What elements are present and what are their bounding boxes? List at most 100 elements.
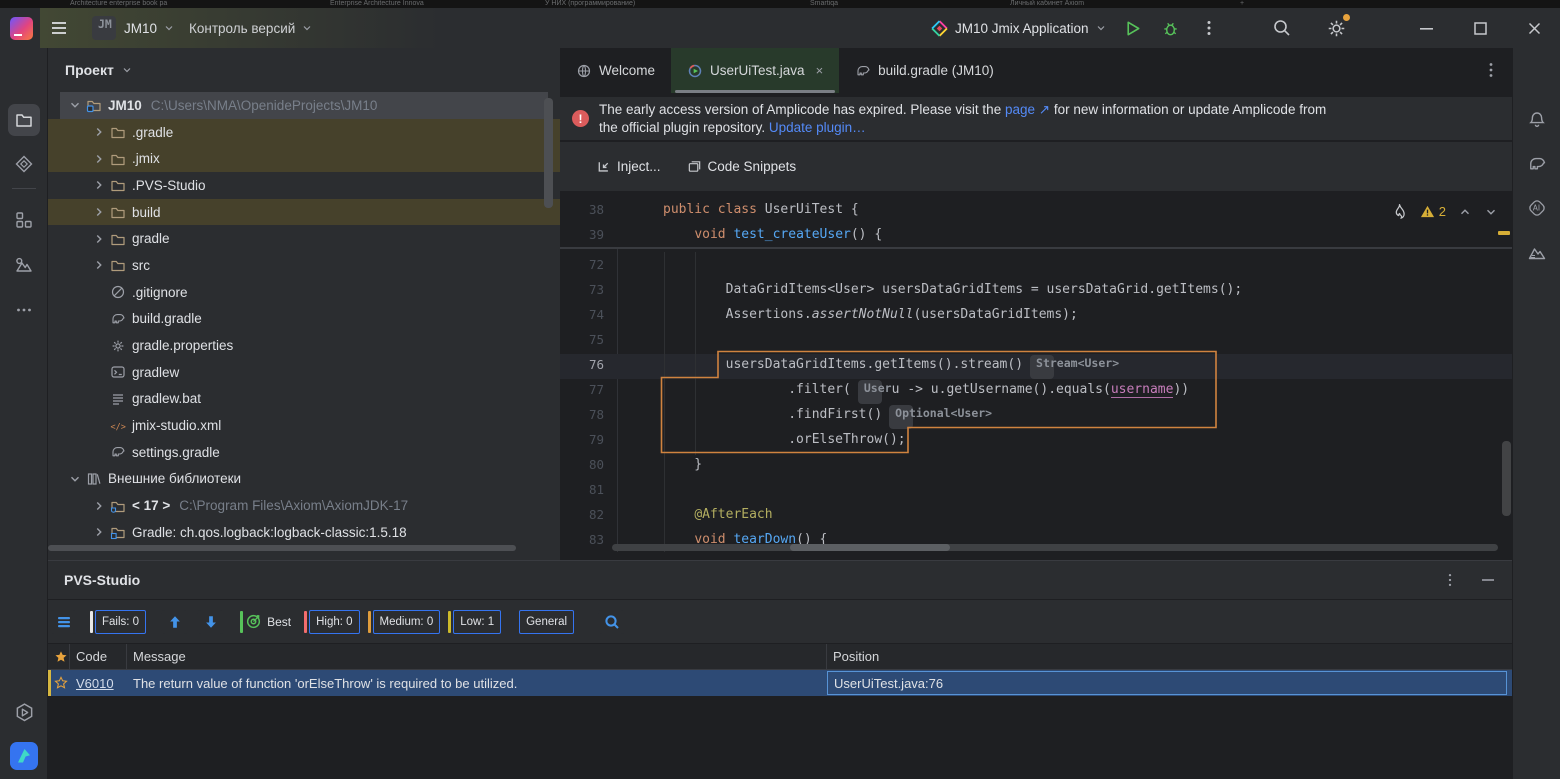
code-snippets-button[interactable]: Code Snippets: [687, 159, 797, 174]
pvs-issue-row[interactable]: V6010 The return value of function 'orEl…: [48, 670, 1512, 696]
page-link[interactable]: page ↗: [1005, 102, 1050, 117]
tree-item-jm10[interactable]: JM10C:\Users\NMA\OpenideProjects\JM10: [48, 92, 560, 119]
chevron-right-icon[interactable]: [88, 258, 110, 272]
panel-options-button[interactable]: [1442, 572, 1458, 588]
code-line-72[interactable]: 72: [560, 252, 1512, 277]
tree-item-src[interactable]: src: [48, 252, 560, 279]
tree-item-gradle[interactable]: gradle: [48, 225, 560, 252]
tool-services-button[interactable]: [8, 696, 40, 728]
code-editor[interactable]: 7273 DataGridItems<User> usersDataGridIt…: [560, 249, 1512, 552]
pvs-menu-button[interactable]: [50, 610, 77, 634]
message-column-header[interactable]: Message: [127, 644, 827, 669]
tree-item-jmix-studio-xml[interactable]: </>jmix-studio.xml: [48, 412, 560, 439]
tab-close-icon[interactable]: ×: [816, 63, 824, 78]
tool-jmix-button[interactable]: [8, 148, 40, 180]
pvs-general-filter-button[interactable]: General: [519, 610, 574, 634]
editor-horizontal-scrollbar[interactable]: [612, 544, 1498, 551]
search-everywhere-button[interactable]: [1270, 16, 1294, 40]
code-column-header[interactable]: Code: [70, 644, 127, 669]
inspections-widget[interactable]: 2: [1391, 203, 1498, 220]
sticky-lines[interactable]: 38public class UserUiTest {39 void test_…: [560, 195, 1512, 249]
tab-userui-test[interactable]: UserUiTest.java ×: [671, 48, 839, 93]
code-line-73[interactable]: 73 DataGridItems<User> usersDataGridItem…: [560, 277, 1512, 302]
tree-item-gradlew-bat[interactable]: gradlew.bat: [48, 386, 560, 413]
code-line-74[interactable]: 74 Assertions.assertNotNull(usersDataGri…: [560, 302, 1512, 327]
error-stripe-warning-mark[interactable]: [1498, 231, 1510, 235]
chevron-right-icon[interactable]: [88, 152, 110, 166]
window-minimize-button[interactable]: [1414, 16, 1438, 40]
update-plugin-link[interactable]: Update plugin…: [769, 120, 866, 135]
main-menu-button[interactable]: [47, 16, 71, 40]
inlay-hint[interactable]: User: [858, 380, 882, 404]
tree-item-build[interactable]: build: [48, 199, 560, 226]
window-close-button[interactable]: [1522, 16, 1546, 40]
tool-notifications-button[interactable]: [1521, 104, 1553, 136]
chevron-right-icon[interactable]: [88, 232, 110, 246]
vcs-widget[interactable]: Контроль версий: [189, 21, 313, 36]
diagnostic-position-cell[interactable]: UserUiTest.java:76: [827, 671, 1507, 695]
favorite-toggle[interactable]: [48, 670, 70, 696]
tree-item-pvs-studio[interactable]: .PVS-Studio: [48, 172, 560, 199]
code-line-80[interactable]: 80 }: [560, 452, 1512, 477]
tree-item-внешние-библиотеки[interactable]: Внешние библиотеки: [48, 466, 560, 493]
project-tree-vertical-scrollbar[interactable]: [544, 98, 553, 208]
chevron-right-icon[interactable]: [88, 205, 110, 219]
inject-button[interactable]: Inject...: [596, 159, 661, 174]
tool-amplicode-button[interactable]: [1521, 237, 1553, 269]
tree-item-gradle-properties[interactable]: gradle.properties: [48, 332, 560, 359]
inlay-hint[interactable]: Optional<User>: [889, 405, 913, 429]
diagnostic-code-link[interactable]: V6010: [76, 676, 114, 691]
pvs-high-filter-button[interactable]: High: 0: [309, 610, 359, 634]
editor-vertical-scrollbar[interactable]: [1502, 441, 1511, 516]
tool-structure-button[interactable]: [8, 204, 40, 236]
code-line-77[interactable]: 77 .filter(User u -> u.getUsername().equ…: [560, 377, 1512, 402]
tool-project-button[interactable]: [8, 104, 40, 136]
chevron-down-icon[interactable]: [64, 98, 86, 112]
tree-item-settings-gradle[interactable]: settings.gradle: [48, 439, 560, 466]
chevron-right-icon[interactable]: [88, 525, 110, 539]
chevron-right-icon[interactable]: [88, 125, 110, 139]
window-maximize-button[interactable]: [1468, 16, 1492, 40]
inlay-hint[interactable]: Stream<User>: [1030, 355, 1054, 379]
tree-item-gradle[interactable]: .gradle: [48, 119, 560, 146]
debug-button[interactable]: [1159, 16, 1183, 40]
tool-ai-assistant-button[interactable]: AI: [1521, 192, 1553, 224]
code-line-81[interactable]: 81: [560, 477, 1512, 502]
run-button[interactable]: [1121, 16, 1145, 40]
chevron-down-icon[interactable]: [64, 472, 86, 486]
pvs-medium-filter-button[interactable]: Medium: 0: [373, 610, 441, 634]
panel-hide-button[interactable]: [1480, 572, 1496, 588]
code-line-82[interactable]: 82 @AfterEach: [560, 502, 1512, 527]
tool-pvs-studio-button[interactable]: [8, 740, 40, 772]
code-line-39[interactable]: 39 void test_createUser() {: [560, 222, 1512, 247]
code-line-76[interactable]: 76 usersDataGridItems.getItems().stream(…: [560, 352, 1512, 377]
tree-item-gitignore[interactable]: .gitignore: [48, 279, 560, 306]
more-actions-button[interactable]: [1197, 16, 1221, 40]
favorites-column-header[interactable]: [48, 644, 70, 669]
tool-more-button[interactable]: [8, 294, 40, 326]
project-widget[interactable]: JM JM10: [85, 16, 175, 40]
tab-options-button[interactable]: [1482, 61, 1500, 79]
code-line-79[interactable]: 79 .orElseThrow();: [560, 427, 1512, 452]
chevron-right-icon[interactable]: [88, 178, 110, 192]
code-line-78[interactable]: 78 .findFirst()Optional<User>: [560, 402, 1512, 427]
chevron-right-icon[interactable]: [88, 499, 110, 513]
tree-item-jmix[interactable]: .jmix: [48, 145, 560, 172]
pvs-search-button[interactable]: [598, 610, 625, 634]
pvs-best-filter-button[interactable]: Best: [245, 613, 291, 630]
tool-gradle-button[interactable]: [1521, 148, 1553, 180]
pvs-prev-button[interactable]: [161, 610, 188, 634]
project-view-header[interactable]: Проект: [48, 48, 560, 92]
tab-build-gradle[interactable]: build.gradle (JM10): [839, 48, 1010, 93]
code-line-75[interactable]: 75: [560, 327, 1512, 352]
tab-welcome[interactable]: Welcome: [560, 48, 671, 93]
tree-item-gradle-ch-qos-logback-logback-classic-1-5-18[interactable]: Gradle: ch.qos.logback:logback-classic:1…: [48, 519, 560, 546]
warning-counter[interactable]: 2: [1420, 204, 1446, 219]
tool-problems-button[interactable]: [8, 249, 40, 281]
tree-item-17[interactable]: < 17 >C:\Program Files\Axiom\AxiomJDK-17: [48, 492, 560, 519]
pvs-low-filter-button[interactable]: Low: 1: [453, 610, 501, 634]
tree-item-build-gradle[interactable]: build.gradle: [48, 306, 560, 333]
project-tree-horizontal-scrollbar[interactable]: [48, 545, 516, 551]
run-configuration-selector[interactable]: JM10 Jmix Application: [930, 19, 1107, 38]
pvs-next-button[interactable]: [197, 610, 224, 634]
